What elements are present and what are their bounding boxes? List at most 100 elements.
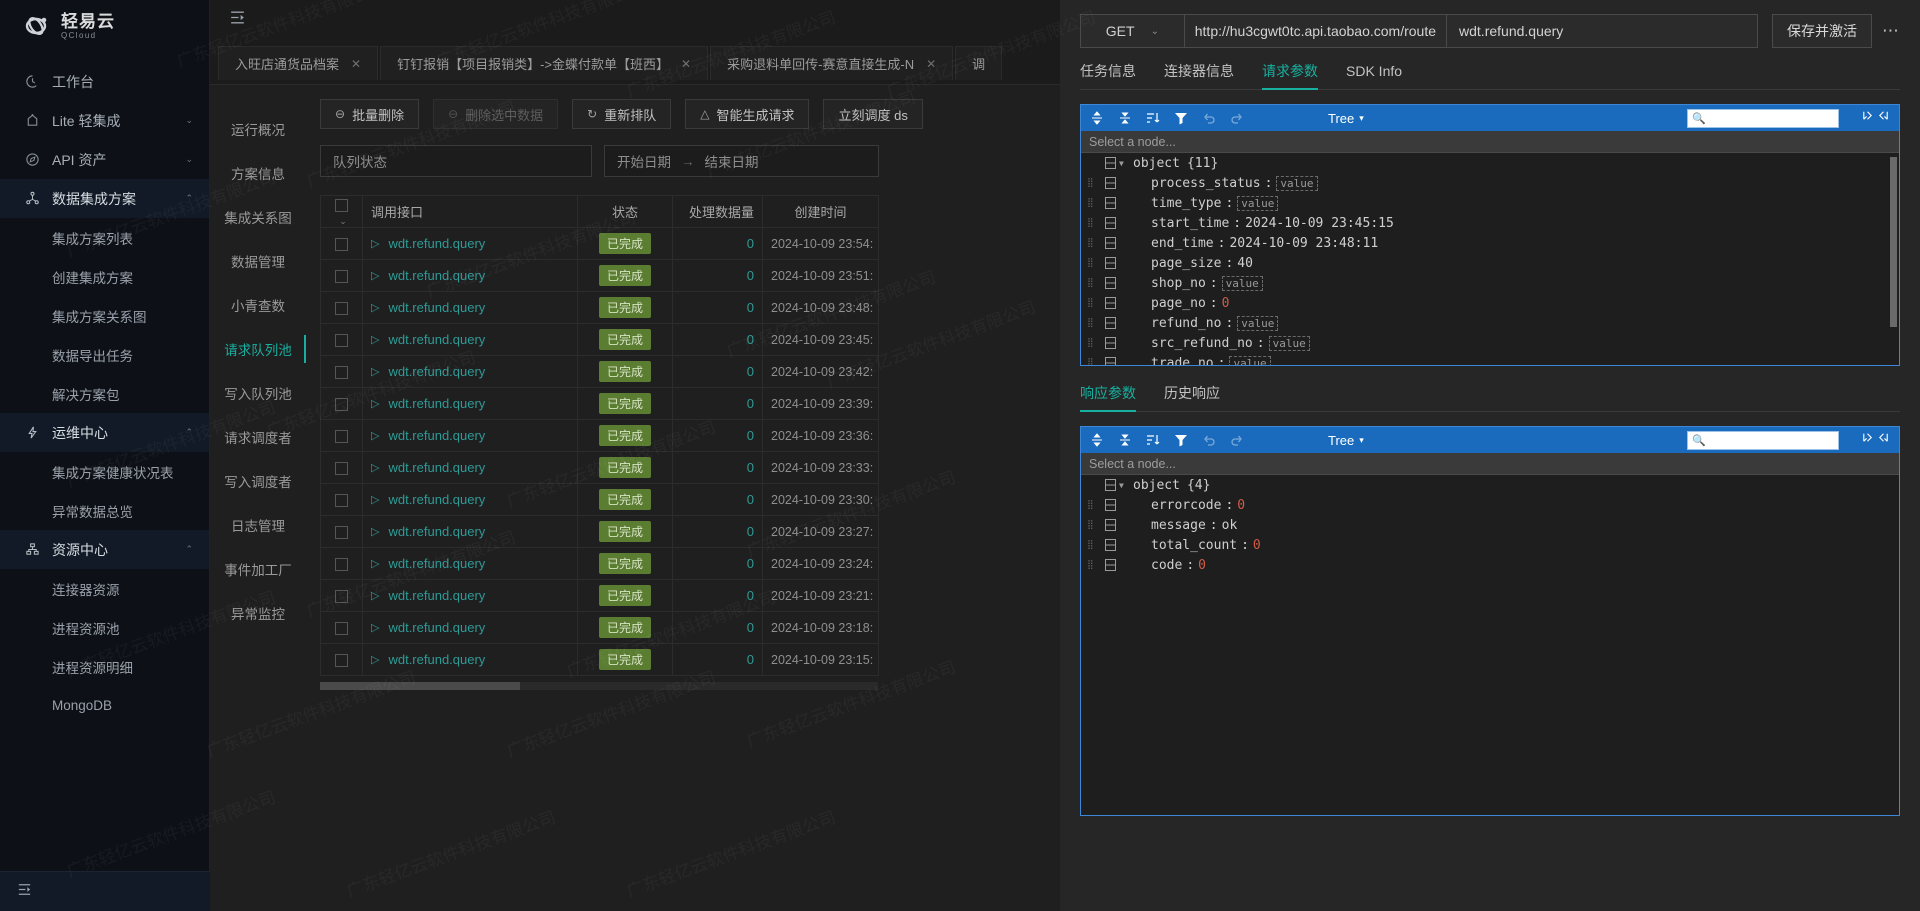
row-select-cell[interactable] xyxy=(321,484,363,516)
json-node-row[interactable]: ⣿end_time:2024-10-09 23:48:11 xyxy=(1081,233,1899,253)
sidebar-item-workbench[interactable]: 工作台 xyxy=(0,62,209,101)
row-checkbox[interactable] xyxy=(335,494,348,507)
search-prev-icon[interactable] xyxy=(1861,431,1874,449)
node-value[interactable]: value xyxy=(1229,356,1270,366)
row-checkbox[interactable] xyxy=(335,302,348,315)
row-api-cell[interactable]: ▷wdt.refund.query xyxy=(363,580,578,612)
row-api-cell[interactable]: ▷wdt.refund.query xyxy=(363,260,578,292)
node-value[interactable]: 0 xyxy=(1237,498,1245,513)
row-api-cell[interactable]: ▷wdt.refund.query xyxy=(363,420,578,452)
drag-handle[interactable]: ⣿ xyxy=(1087,320,1101,327)
drag-handle[interactable]: ⣿ xyxy=(1087,522,1101,529)
node-value[interactable]: value xyxy=(1237,316,1278,331)
row-select-cell[interactable] xyxy=(321,260,363,292)
run-icon[interactable]: ▷ xyxy=(371,653,379,666)
search-prev-icon[interactable] xyxy=(1861,109,1874,127)
json-node-row[interactable]: ⣿total_count:0 xyxy=(1081,535,1899,555)
run-icon[interactable]: ▷ xyxy=(371,589,379,602)
sidebar-item-plan-list[interactable]: 集成方案列表 xyxy=(0,218,209,257)
sidebar-item-ops-center[interactable]: 运维中心 ⌃ xyxy=(0,413,209,452)
undo-icon[interactable] xyxy=(1202,111,1216,125)
editor-search-input[interactable]: 🔍 xyxy=(1687,431,1839,450)
tab-item[interactable]: 调 xyxy=(955,46,1002,80)
row-checkbox[interactable] xyxy=(335,558,348,571)
json-node-row[interactable]: ⣿src_refund_no:value xyxy=(1081,333,1899,353)
sidebar-item-resource-center[interactable]: 资源中心 ⌃ xyxy=(0,530,209,569)
editor-node-path[interactable]: Select a node... xyxy=(1081,131,1899,153)
collapse-all-icon[interactable] xyxy=(1118,433,1132,447)
row-api-cell[interactable]: ▷wdt.refund.query xyxy=(363,548,578,580)
sidebar-item-mongodb[interactable]: MongoDB xyxy=(0,686,209,725)
sort-icon[interactable] xyxy=(1146,111,1160,125)
collapse-icon[interactable] xyxy=(228,8,247,32)
drag-handle[interactable]: ⣿ xyxy=(1087,260,1101,267)
vtab-write-queue-pool[interactable]: 写入队列池 xyxy=(210,371,306,415)
sidebar-item-create-plan[interactable]: 创建集成方案 xyxy=(0,257,209,296)
run-icon[interactable]: ▷ xyxy=(371,525,379,538)
row-checkbox[interactable] xyxy=(335,622,348,635)
vertical-scrollbar[interactable] xyxy=(1890,157,1897,327)
collapse-all-icon[interactable] xyxy=(1118,111,1132,125)
run-icon[interactable]: ▷ xyxy=(371,301,379,314)
sidebar-item-health-table[interactable]: 集成方案健康状况表 xyxy=(0,452,209,491)
row-checkbox[interactable] xyxy=(335,526,348,539)
vtab-relation-graph[interactable]: 集成关系图 xyxy=(210,195,306,239)
row-api-cell[interactable]: ▷wdt.refund.query xyxy=(363,612,578,644)
tab-item[interactable]: 钉钉报销【项目报销类】->金蝶付款单【班西】 ✕ xyxy=(380,46,708,80)
table-row[interactable]: ▷wdt.refund.query已完成02024-10-09 23:48: xyxy=(321,292,879,324)
node-value[interactable]: value xyxy=(1222,276,1263,291)
json-node-row[interactable]: ⣿trade_no:value xyxy=(1081,353,1899,365)
row-select-cell[interactable] xyxy=(321,420,363,452)
sidebar-item-api-assets[interactable]: API 资产 ⌄ xyxy=(0,140,209,179)
drag-handle[interactable]: ⣿ xyxy=(1087,240,1101,247)
drag-handle[interactable]: ⣿ xyxy=(1087,542,1101,549)
node-value[interactable]: 0 xyxy=(1198,558,1206,573)
node-value[interactable]: 40 xyxy=(1237,256,1253,271)
row-select-cell[interactable] xyxy=(321,516,363,548)
expand-all-icon[interactable] xyxy=(1090,111,1104,125)
row-api-cell[interactable]: ▷wdt.refund.query xyxy=(363,516,578,548)
redo-icon[interactable] xyxy=(1230,433,1244,447)
json-node-row[interactable]: ⣿errorcode:0 xyxy=(1081,495,1899,515)
vtab-request-scheduler[interactable]: 请求调度者 xyxy=(210,415,306,459)
json-node-row[interactable]: ⣿start_time:2024-10-09 23:45:15 xyxy=(1081,213,1899,233)
row-checkbox[interactable] xyxy=(335,270,348,283)
vtab-exception-monitor[interactable]: 异常监控 xyxy=(210,591,306,635)
row-checkbox[interactable] xyxy=(335,590,348,603)
tab-request-params[interactable]: 请求参数 xyxy=(1262,61,1318,89)
filter-icon[interactable] xyxy=(1174,433,1188,447)
sidebar-collapse-button[interactable] xyxy=(0,871,210,911)
drag-handle[interactable]: ⣿ xyxy=(1087,280,1101,287)
close-icon[interactable]: ✕ xyxy=(681,57,691,71)
json-node-row[interactable]: ⣿code:0 xyxy=(1081,555,1899,575)
json-node-row[interactable]: ⣿page_size:40 xyxy=(1081,253,1899,273)
vtab-request-queue-pool[interactable]: 请求队列池 xyxy=(210,327,306,371)
table-row[interactable]: ▷wdt.refund.query已完成02024-10-09 23:54: xyxy=(321,228,879,260)
batch-delete-button[interactable]: ⊖ 批量删除 xyxy=(320,99,419,129)
vtab-overview[interactable]: 运行概况 xyxy=(210,107,306,151)
editor-node-path[interactable]: Select a node... xyxy=(1081,453,1899,475)
filter-icon[interactable] xyxy=(1174,111,1188,125)
row-checkbox[interactable] xyxy=(335,398,348,411)
date-range-picker[interactable]: 开始日期 → 结束日期 xyxy=(604,145,879,177)
sidebar-item-export-task[interactable]: 数据导出任务 xyxy=(0,335,209,374)
table-row[interactable]: ▷wdt.refund.query已完成02024-10-09 23:21: xyxy=(321,580,879,612)
drag-handle[interactable]: ⣿ xyxy=(1087,220,1101,227)
row-checkbox[interactable] xyxy=(335,462,348,475)
select-all-checkbox[interactable] xyxy=(335,199,348,212)
node-value[interactable]: 2024-10-09 23:45:15 xyxy=(1245,216,1394,231)
schedule-now-button[interactable]: 立刻调度 ds xyxy=(823,99,922,129)
drag-handle[interactable]: ⣿ xyxy=(1087,340,1101,347)
node-value[interactable]: value xyxy=(1237,196,1278,211)
row-api-cell[interactable]: ▷wdt.refund.query xyxy=(363,484,578,516)
redo-icon[interactable] xyxy=(1230,111,1244,125)
row-select-cell[interactable] xyxy=(321,324,363,356)
row-api-cell[interactable]: ▷wdt.refund.query xyxy=(363,356,578,388)
sidebar-item-process-detail[interactable]: 进程资源明细 xyxy=(0,647,209,686)
row-api-cell[interactable]: ▷wdt.refund.query xyxy=(363,388,578,420)
tab-sdk-info[interactable]: SDK Info xyxy=(1346,63,1402,87)
search-next-icon[interactable] xyxy=(1877,431,1890,449)
row-api-cell[interactable]: ▷wdt.refund.query xyxy=(363,452,578,484)
row-select-cell[interactable] xyxy=(321,580,363,612)
table-row[interactable]: ▷wdt.refund.query已完成02024-10-09 23:15: xyxy=(321,644,879,676)
